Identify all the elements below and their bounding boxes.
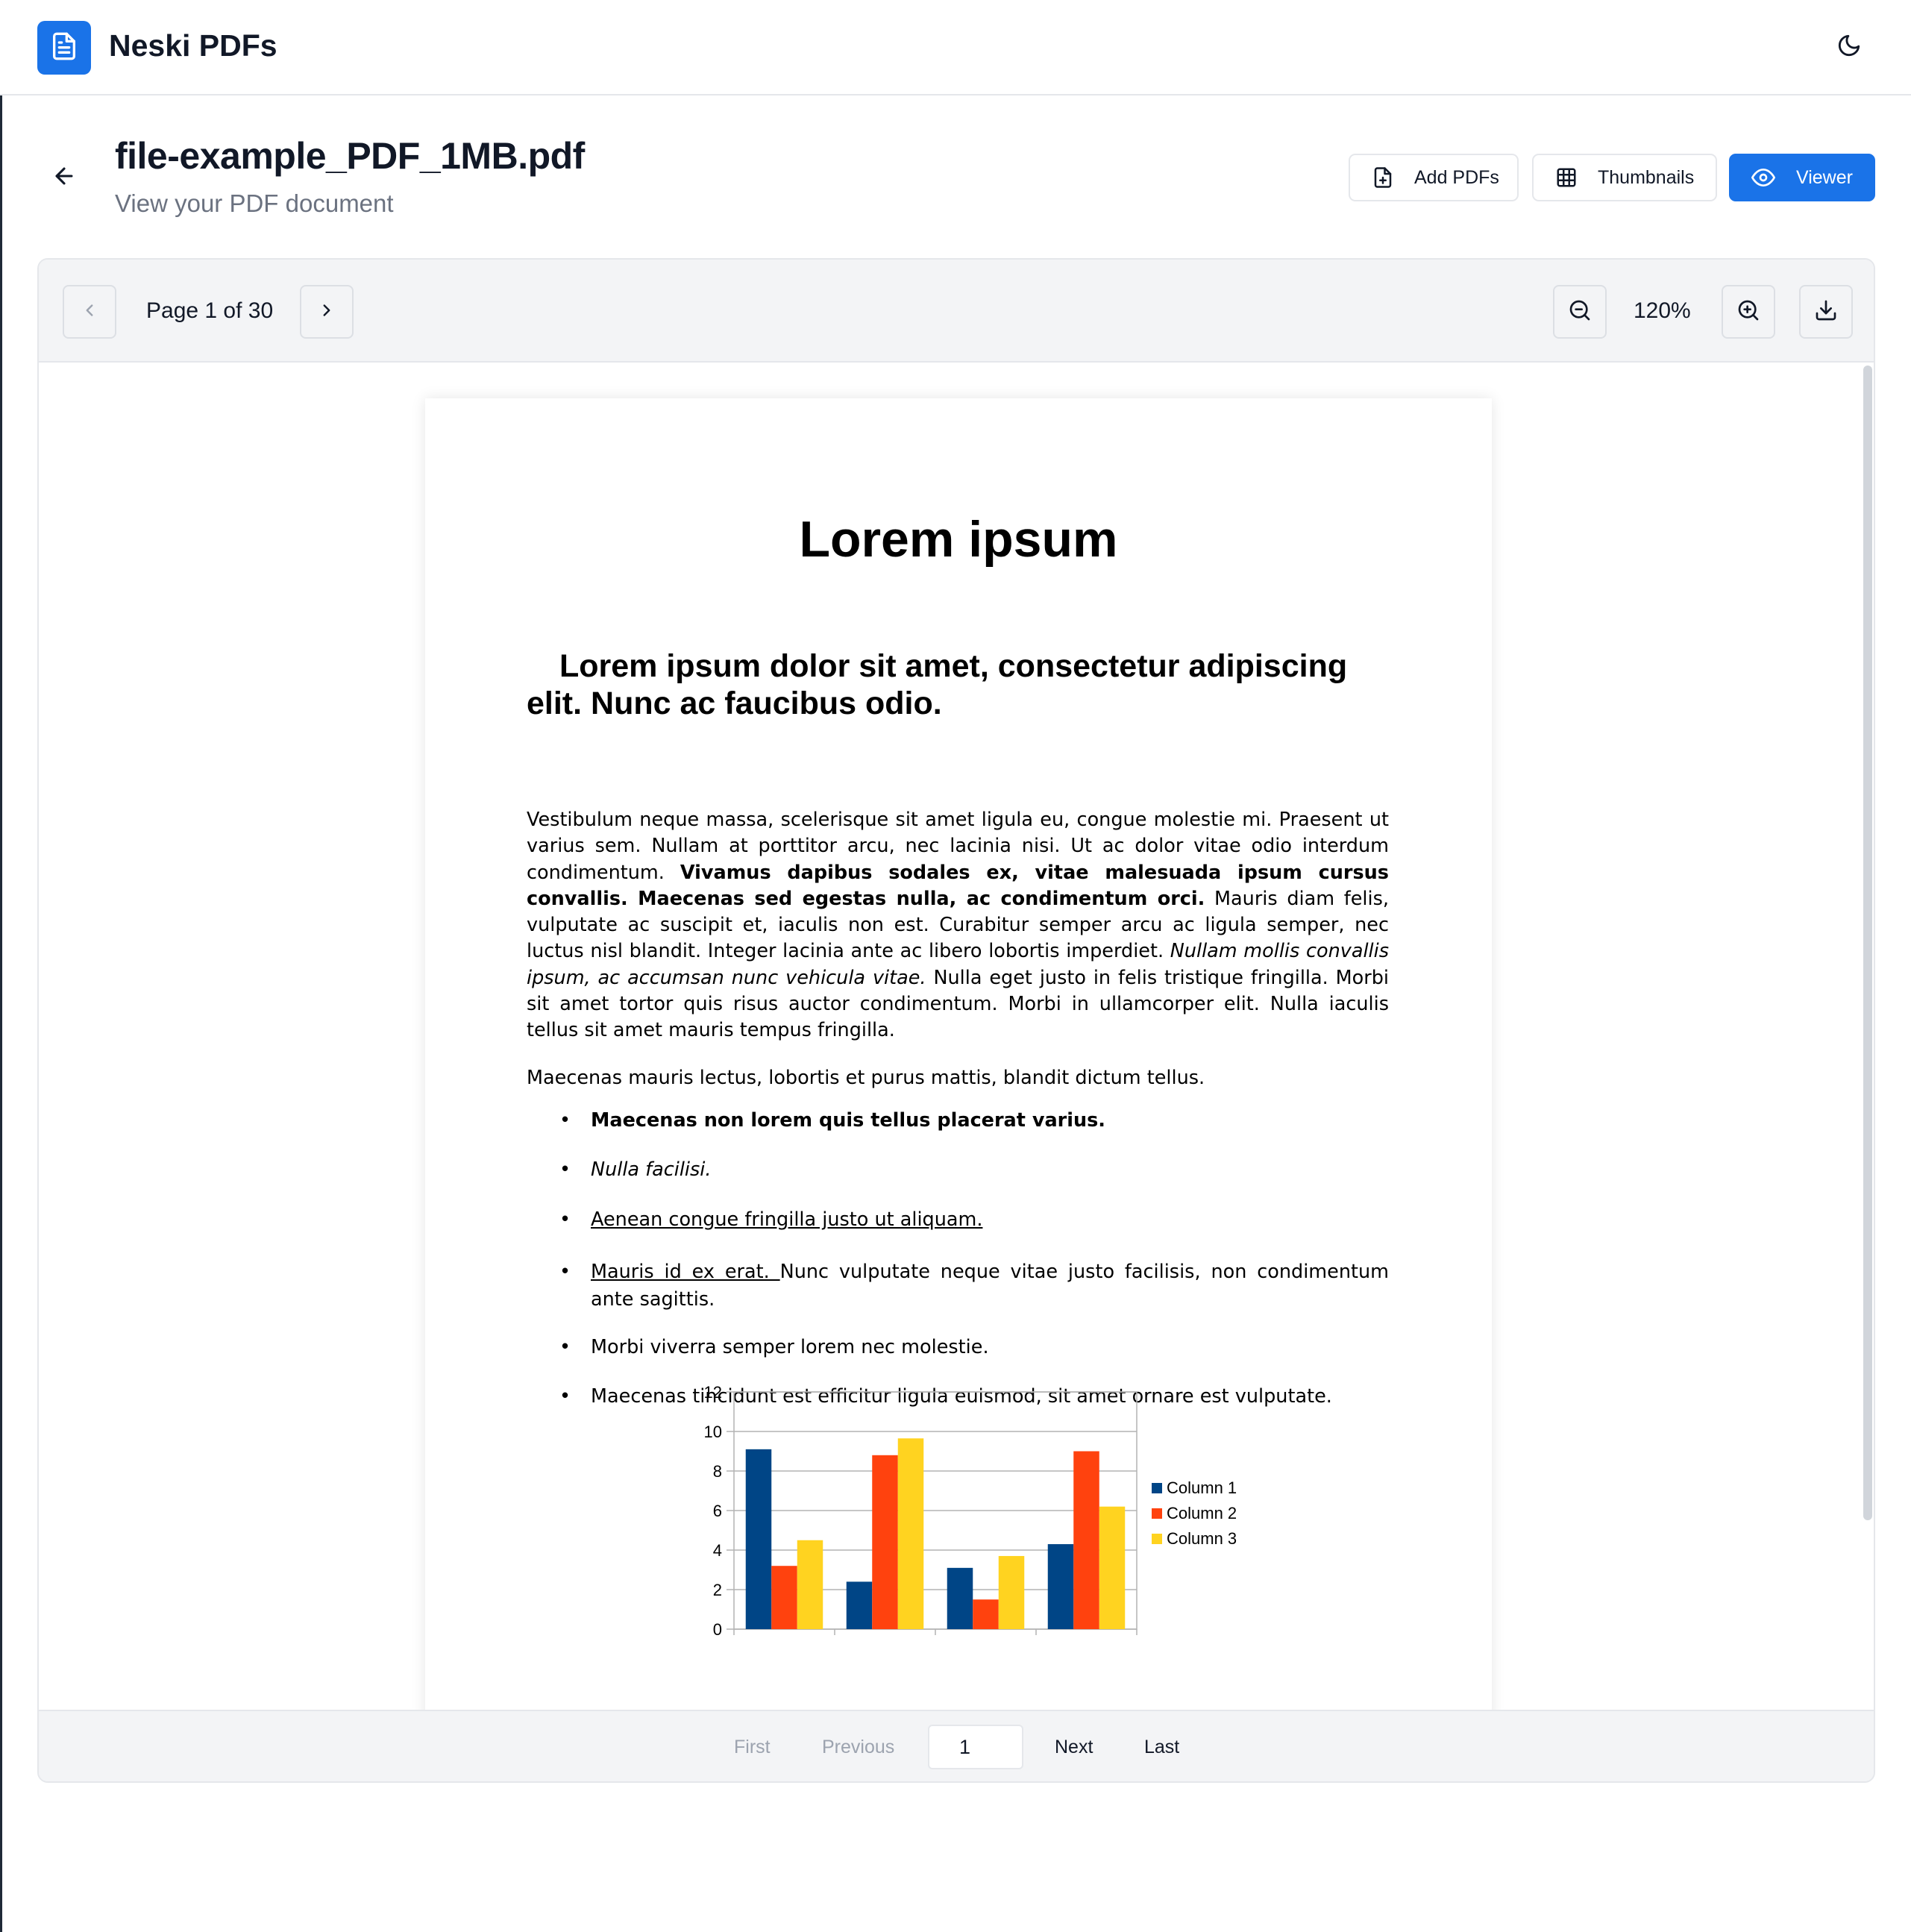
window-edge bbox=[0, 0, 2, 1932]
legend-swatch bbox=[1152, 1534, 1162, 1544]
zoom-out-button[interactable] bbox=[1553, 285, 1607, 339]
list-item-text: Maecenas non lorem quis tellus placerat … bbox=[591, 1109, 1105, 1132]
y-tick-label: 0 bbox=[713, 1620, 722, 1639]
list-item: • Mauris id ex erat. Nunc vulputate neque… bbox=[559, 1258, 1389, 1314]
previous-page-link[interactable]: Previous bbox=[822, 1737, 894, 1758]
pdf-paragraph-1: Vestibulum neque massa, scelerisque sit … bbox=[527, 807, 1389, 1044]
bullet: • bbox=[559, 1109, 571, 1132]
next-page-link[interactable]: Next bbox=[1055, 1737, 1093, 1758]
viewer-toolbar: Page 1 of 30 120% bbox=[39, 260, 1874, 363]
document-area[interactable]: Lorem ipsum Lorem ipsum dolor sit amet, … bbox=[39, 363, 1874, 1710]
legend-swatch bbox=[1152, 1508, 1162, 1519]
first-page-link[interactable]: First bbox=[734, 1737, 771, 1758]
bar bbox=[797, 1540, 823, 1629]
bar bbox=[872, 1455, 898, 1629]
pdf-paragraph-2: Maecenas mauris lectus, lobortis et puru… bbox=[527, 1067, 1205, 1089]
list-item-text: Morbi viverra semper lorem nec molestie. bbox=[591, 1336, 989, 1358]
bar-chart: 0 2 4 6 8 10 12 Column 1 Column 2 Column 3 bbox=[704, 1383, 1237, 1639]
bullet: • bbox=[559, 1158, 571, 1181]
bar bbox=[947, 1567, 973, 1629]
file-plus-icon bbox=[1366, 161, 1399, 194]
page-title: file-example_PDF_1MB.pdf bbox=[115, 135, 585, 177]
next-page-button[interactable] bbox=[300, 285, 354, 339]
page-number-input[interactable] bbox=[928, 1725, 1023, 1769]
bar bbox=[973, 1599, 999, 1629]
download-button[interactable] bbox=[1799, 285, 1853, 339]
y-tick-label: 12 bbox=[704, 1383, 722, 1402]
page-indicator: Page 1 of 30 bbox=[146, 298, 274, 323]
bar bbox=[998, 1555, 1025, 1629]
bar bbox=[1099, 1506, 1126, 1629]
bar bbox=[745, 1449, 772, 1629]
back-button[interactable] bbox=[46, 160, 82, 195]
bullet: • bbox=[559, 1261, 571, 1283]
legend-swatch bbox=[1152, 1483, 1162, 1493]
list-item-link[interactable]: Aenean congue fringilla justo ut aliquam… bbox=[591, 1208, 982, 1231]
list-item-text: Nulla facilisi. bbox=[591, 1158, 712, 1181]
y-tick-label: 8 bbox=[713, 1462, 722, 1481]
list-item: • Morbi viverra semper lorem nec molestie… bbox=[559, 1334, 1389, 1361]
eye-icon bbox=[1747, 161, 1780, 194]
bar bbox=[897, 1438, 924, 1629]
document-icon bbox=[49, 31, 79, 65]
zoom-level: 120% bbox=[1634, 298, 1691, 323]
legend-label: Column 3 bbox=[1167, 1529, 1237, 1548]
y-tick-label: 10 bbox=[704, 1423, 722, 1441]
pdf-subheading: Lorem ipsum dolor sit amet, consectetur … bbox=[527, 648, 1348, 721]
previous-page-button[interactable] bbox=[63, 285, 116, 339]
viewer-button[interactable]: Viewer bbox=[1729, 154, 1875, 201]
list-item: • Aenean congue fringilla justo ut aliqua… bbox=[559, 1206, 1389, 1234]
zoom-in-button[interactable] bbox=[1722, 285, 1775, 339]
pdf-page: Lorem ipsum Lorem ipsum dolor sit amet, … bbox=[425, 398, 1492, 1710]
bar bbox=[1047, 1544, 1074, 1629]
bar bbox=[846, 1581, 873, 1629]
pagination-bar: First Previous Next Last bbox=[39, 1710, 1874, 1781]
theme-toggle-button[interactable] bbox=[1832, 30, 1866, 64]
list-item-link[interactable]: Mauris id ex erat. bbox=[591, 1261, 780, 1283]
pdf-viewer-panel: Page 1 of 30 120% Lorem ipsum Lorem ipsu… bbox=[37, 258, 1875, 1783]
vertical-scrollbar[interactable] bbox=[1863, 366, 1872, 1520]
legend-label: Column 2 bbox=[1167, 1504, 1237, 1522]
page-subtitle: View your PDF document bbox=[115, 189, 394, 217]
y-tick-label: 6 bbox=[713, 1502, 722, 1520]
grid-icon bbox=[1550, 161, 1583, 194]
legend-label: Column 1 bbox=[1167, 1478, 1237, 1497]
chevron-left-icon bbox=[80, 301, 99, 324]
bullet: • bbox=[559, 1336, 571, 1358]
chevron-right-icon bbox=[317, 301, 336, 324]
y-tick-label: 4 bbox=[713, 1541, 722, 1560]
bar bbox=[771, 1566, 797, 1629]
thumbnails-button[interactable]: Thumbnails bbox=[1532, 154, 1717, 201]
list-item: • Nulla facilisi. bbox=[559, 1156, 1389, 1184]
moon-icon bbox=[1836, 33, 1862, 62]
bar bbox=[1073, 1451, 1099, 1629]
pdf-heading: Lorem ipsum bbox=[799, 511, 1118, 568]
arrow-left-icon bbox=[51, 163, 77, 192]
add-pdfs-button[interactable]: Add PDFs bbox=[1349, 154, 1519, 201]
viewer-label: Viewer bbox=[1796, 166, 1853, 188]
zoom-in-icon bbox=[1736, 298, 1760, 326]
bullet: • bbox=[559, 1208, 571, 1231]
thumbnails-label: Thumbnails bbox=[1598, 166, 1695, 188]
app-header: Neski PDFs bbox=[0, 0, 1911, 95]
download-icon bbox=[1814, 298, 1838, 326]
app-title: Neski PDFs bbox=[109, 28, 277, 63]
y-tick-label: 2 bbox=[713, 1581, 722, 1599]
zoom-out-icon bbox=[1568, 298, 1592, 326]
app-logo bbox=[37, 21, 91, 75]
last-page-link[interactable]: Last bbox=[1144, 1737, 1179, 1758]
list-item: • Maecenas non lorem quis tellus placerat… bbox=[559, 1107, 1389, 1135]
add-pdfs-label: Add PDFs bbox=[1414, 166, 1499, 188]
